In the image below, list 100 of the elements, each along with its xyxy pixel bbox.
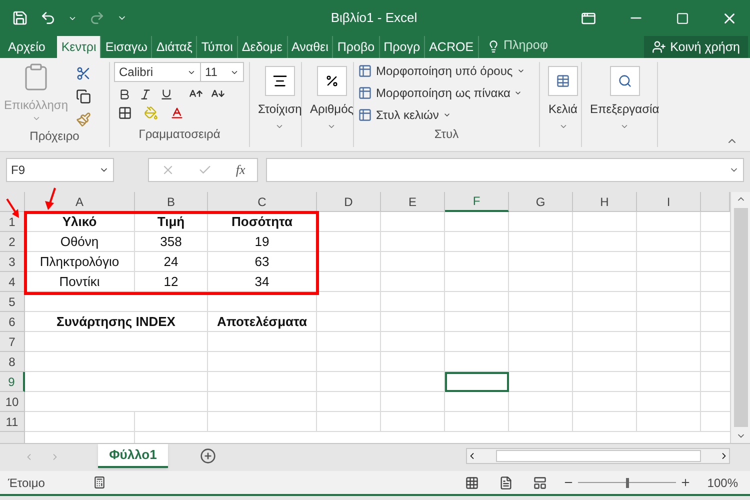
macro-icon[interactable]	[92, 476, 106, 489]
grid-cell	[509, 252, 573, 272]
copy-icon[interactable]	[76, 89, 92, 104]
table-cell: Τιμή	[135, 212, 208, 232]
grid-cell	[637, 292, 701, 312]
formula-field[interactable]	[266, 158, 744, 182]
file-tab[interactable]: Αρχείο	[0, 36, 54, 58]
grid-cell	[445, 292, 509, 312]
styles-menu-button[interactable]: Μορφοποίηση ως πίνακα	[358, 84, 525, 102]
caret-icon	[514, 89, 522, 97]
grid-cell	[317, 372, 381, 392]
cut-icon[interactable]	[76, 66, 92, 81]
row-header[interactable]: 9	[0, 372, 25, 392]
grid-cell	[445, 412, 509, 432]
column-header[interactable]: B	[135, 192, 208, 212]
selected-cell[interactable]	[445, 372, 509, 392]
grid-cell	[445, 332, 509, 352]
table-icon	[358, 108, 372, 122]
maximize-icon[interactable]	[676, 12, 689, 24]
column-header[interactable]: H	[573, 192, 637, 212]
grid-cell	[317, 252, 381, 272]
undo-icon[interactable]	[40, 10, 56, 26]
font-name-field[interactable]: Calibri	[114, 62, 201, 82]
grid-cell	[573, 292, 637, 312]
zoom-slider[interactable]	[578, 476, 676, 488]
table-cell: Αποτελέσματα	[208, 312, 317, 332]
row-header[interactable]: 10	[0, 392, 25, 412]
column-header[interactable]: C	[208, 192, 317, 212]
ribbon-display-icon[interactable]	[581, 10, 596, 26]
grid-cell	[573, 372, 637, 392]
insert-function-button[interactable]: fx	[236, 160, 246, 180]
table-cell: Ποντίκι	[25, 272, 135, 292]
add-sheet-icon[interactable]	[200, 448, 216, 464]
row-header[interactable]: 1	[0, 212, 25, 232]
grid-cell	[509, 292, 573, 312]
horizontal-scrollbar[interactable]	[466, 448, 730, 464]
grid-cell	[509, 272, 573, 292]
zoom-level[interactable]: 100%	[707, 474, 738, 492]
bold-icon[interactable]	[118, 88, 131, 100]
grid-cell	[637, 392, 701, 412]
column-header[interactable]: G	[509, 192, 573, 212]
page-break-icon[interactable]	[533, 476, 548, 490]
column-header[interactable]: A	[25, 192, 135, 212]
font-size-field[interactable]: 11	[201, 62, 244, 82]
grid-cell	[317, 352, 381, 372]
alignment-button[interactable]: Στοίχιση	[254, 62, 306, 143]
grid-cell	[317, 412, 381, 432]
column-header[interactable]: D	[317, 192, 381, 212]
row-header[interactable]: 11	[0, 412, 25, 432]
group-label: Πρόχειρο	[30, 128, 80, 145]
grid-cell	[445, 312, 509, 332]
grid-cell	[509, 372, 573, 392]
page-layout-icon[interactable]	[499, 476, 514, 490]
grid-cell	[509, 332, 573, 352]
font-color-icon[interactable]	[170, 106, 184, 120]
styles-menu-button[interactable]: Στυλ κελιών	[358, 106, 525, 124]
row-header[interactable]: 3	[0, 252, 25, 272]
row-header[interactable]: 8	[0, 352, 25, 372]
ribbon-tab[interactable]: Κεντρι	[57, 36, 102, 58]
table-cell: 358	[135, 232, 208, 252]
fill-color-icon[interactable]	[144, 106, 158, 120]
caret-icon	[516, 67, 525, 75]
column-header[interactable]: I	[637, 192, 701, 212]
row-header[interactable]: 7	[0, 332, 25, 352]
column-header[interactable]: E	[381, 192, 445, 212]
grid-cell	[381, 292, 445, 312]
table-cell: Υλικό	[25, 212, 135, 232]
row-header[interactable]: 2	[0, 232, 25, 252]
vertical-scrollbar[interactable]	[730, 192, 750, 443]
share-button[interactable]: Κοινή χρήση	[644, 36, 748, 58]
grid-cell	[509, 392, 573, 412]
sheet-tab[interactable]: Φύλλο1	[98, 444, 168, 468]
borders-icon[interactable]	[118, 106, 132, 120]
grid-cell	[573, 412, 637, 432]
column-header[interactable]: F	[445, 192, 509, 212]
normal-view-icon[interactable]	[465, 476, 480, 490]
row-header[interactable]: 4	[0, 272, 25, 292]
lightbulb-icon	[486, 40, 500, 53]
zoom-in-icon[interactable]	[680, 477, 692, 488]
cells-button[interactable]: Κελιά	[544, 62, 582, 143]
slider-thumb[interactable]	[626, 478, 629, 488]
grid-cell	[381, 412, 445, 432]
row-header[interactable]: 5	[0, 292, 25, 312]
styles-menu-button[interactable]: Μορφοποίηση υπό όρους	[358, 62, 525, 80]
save-icon[interactable]	[12, 10, 28, 26]
underline-icon[interactable]	[160, 88, 173, 100]
name-box[interactable]: F9	[6, 158, 114, 182]
grid-cell	[637, 372, 701, 392]
row-header[interactable]: 6	[0, 312, 25, 332]
select-all-corner[interactable]	[0, 192, 25, 212]
grid-cell	[637, 272, 701, 292]
italic-icon[interactable]	[139, 88, 152, 100]
format-painter-icon[interactable]	[76, 112, 92, 127]
tell-me-field[interactable]: Πληροφ	[504, 36, 548, 55]
caret-icon	[558, 122, 568, 131]
grid-cell	[573, 212, 637, 232]
number-button[interactable]: Αριθμός	[306, 62, 358, 143]
grid-cell	[573, 232, 637, 252]
table-cell: Συνάρτησης INDEX	[25, 312, 208, 332]
editing-button[interactable]: Επεξεργασία	[586, 62, 664, 143]
